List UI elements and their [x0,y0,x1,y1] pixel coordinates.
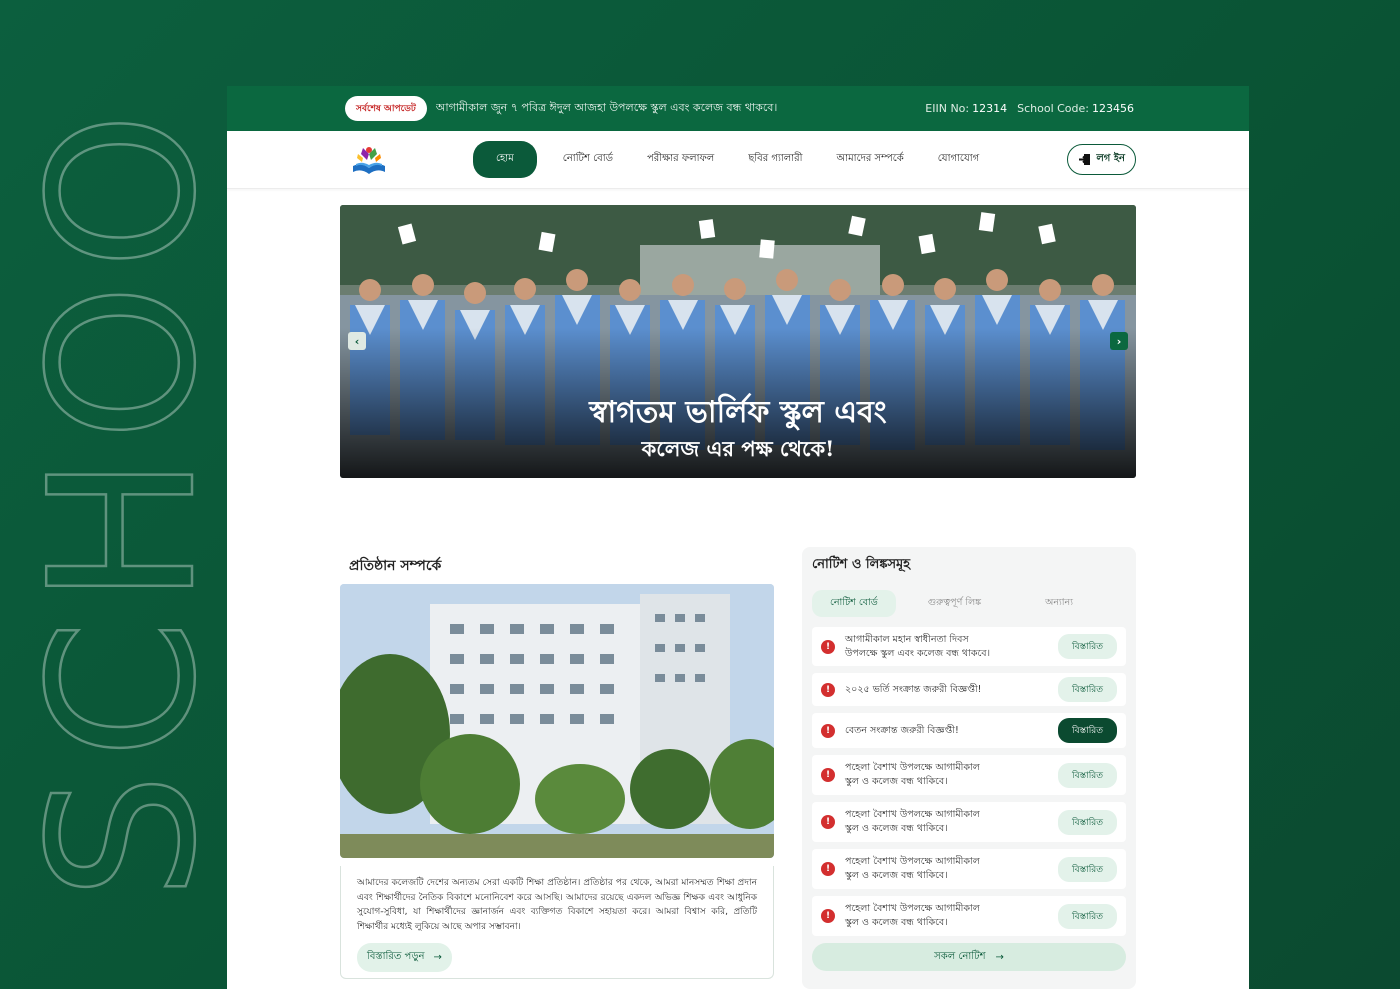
notice-panel: নোটিশ ও লিঙ্কসমূহ নোটিশ বোর্ড গুরুত্বপূর… [802,547,1136,989]
chevron-right-icon: › [1116,334,1122,348]
notice-item: ! বেতন সংক্রান্ত জরুরী বিজ্ঞপ্তী! বিস্তা… [812,713,1126,748]
nav-about-us[interactable]: আমাদের সম্পর্কে [836,151,903,168]
login-icon [1079,154,1091,165]
school-watermark: SCHOOL [20,80,210,901]
notice-text: বেতন সংক্রান্ত জরুরী বিজ্ঞপ্তী! [845,724,959,736]
notice-item: ! আগামীকাল মহান স্বাধীনতা দিবস উপলক্ষে স্… [812,627,1126,666]
notice-item: ! পহেলা বৈশাখ উপলক্ষে আগামীকাল স্কুল ও কল… [812,896,1126,936]
alert-icon: ! [821,862,835,876]
notice-item: ! পহেলা বৈশাখ উপলক্ষে আগামীকাল স্কুল ও কল… [812,802,1126,842]
notice-text-line2: স্কুল ও কলেজ বন্ধ থাকিবে। [845,917,948,928]
tab-notice-board[interactable]: নোটিশ বোর্ড [812,590,896,617]
read-more-button[interactable]: বিস্তারিত পড়ুন → [357,943,452,972]
announcement-bar: সর্বশেষ আপডেট আগামীকাল জুন ৭ পবিত্র ঈদুল… [227,86,1249,131]
hero-slider: ‹ › স্বাগতম ভার্লিফ স্কুল এবং কলেজ এর পক… [340,205,1136,478]
notice-text: ২০২৫ ভর্তি সংক্রান্ত জরুরী বিজ্ঞপ্তী! [845,683,982,695]
login-button[interactable]: লগ ইন [1067,144,1136,175]
notice-text: পহেলা বৈশাখ উপলক্ষে আগামীকাল [845,903,980,914]
alert-icon: ! [821,723,835,738]
school-logo-icon[interactable] [349,142,389,178]
notice-text-line2: স্কুল ও কলেজ বন্ধ থাকিবে। [845,870,948,881]
website-frame: সর্বশেষ আপডেট আগামীকাল জুন ৭ পবিত্র ঈদুল… [227,86,1249,989]
nav-notice-board[interactable]: নোটিশ বোর্ড [563,151,613,168]
hero-title-line1: স্বাগতম ভার্লিফ স্কুল এবং [589,395,887,430]
nav-photo-gallery[interactable]: ছবির গ্যালারী [748,151,802,168]
tab-others[interactable]: অন্যান্য [1027,590,1091,617]
all-notices-label: সকল নোটিশ [934,950,986,962]
notice-tabs: নোটিশ বোর্ড গুরুত্বপূর্ণ লিঙ্ক অন্যান্য [812,590,1126,617]
notice-text-line2: স্কুল ও কলেজ বন্ধ থাকিবে। [845,823,948,834]
notice-text-line2: স্কুল ও কলেজ বন্ধ থাকিবে। [845,776,948,787]
notice-text: পহেলা বৈশাখ উপলক্ষে আগামীকাল [845,762,980,773]
alert-icon: ! [821,682,835,697]
notice-text: পহেলা বৈশাখ উপলক্ষে আগামীকাল [845,809,980,820]
about-description-box: আমাদের কলেজটি দেশের অন্যতম সেরা একটি শিক… [340,866,774,979]
alert-icon: ! [821,909,835,923]
hero-title-line2: কলেজ এর পক্ষ থেকে! [641,436,835,461]
alert-icon: ! [821,815,835,829]
notice-panel-title: নোটিশ ও লিঙ্কসমূহ [812,557,911,572]
notice-details-button[interactable]: বিস্তারিত [1058,762,1117,788]
announcement-ticker[interactable]: আগামীকাল জুন ৭ পবিত্র ঈদুল আজহা উপলক্ষে … [436,99,926,118]
institution-photo [340,584,774,858]
arrow-right-icon: → [433,952,442,963]
about-section-title: প্রতিষ্ঠান সম্পর্কে [349,558,442,574]
read-more-label: বিস্তারিত পড়ুন [367,951,425,962]
notice-details-button[interactable]: বিস্তারিত [1058,718,1117,743]
login-label: লগ ইন [1096,153,1125,164]
notice-details-button[interactable]: বিস্তারিত [1058,634,1117,659]
notice-text: পহেলা বৈশাখ উপলক্ষে আগামীকাল [845,856,980,867]
nav-home[interactable]: হোম [473,141,537,178]
notice-details-button[interactable]: বিস্তারিত [1058,677,1117,702]
notice-details-button[interactable]: বিস্তারিত [1058,903,1117,929]
notice-item: ! ২০২৫ ভর্তি সংক্রান্ত জরুরী বিজ্ঞপ্তী! … [812,673,1126,706]
about-description: আমাদের কলেজটি দেশের অন্যতম সেরা একটি শিক… [357,878,757,932]
notice-item: ! পহেলা বৈশাখ উপলক্ষে আগামীকাল স্কুল ও কল… [812,849,1126,889]
notice-details-button[interactable]: বিস্তারিত [1058,856,1117,882]
main-navigation: হোম নোটিশ বোর্ড পরীক্ষার ফলাফল ছবির গ্যা… [227,131,1249,189]
nav-exam-results[interactable]: পরীক্ষার ফলাফল [647,151,714,168]
latest-update-badge: সর্বশেষ আপডেট [345,96,427,121]
notice-text: আগামীকাল মহান স্বাধীনতা দিবস [845,633,969,645]
slider-next-button[interactable]: › [1110,332,1128,350]
notice-text-line2: উপলক্ষে স্কুল এবং কলেজ বন্ধ থাকবে। [845,647,990,659]
alert-icon: ! [821,639,835,654]
nav-menu: হোম নোটিশ বোর্ড পরীক্ষার ফলাফল ছবির গ্যা… [473,141,1067,178]
nav-contact[interactable]: যোগাযোগ [938,151,979,168]
svg-text:SCHOOL: SCHOOL [20,80,210,900]
tab-important-links[interactable]: গুরুত্বপূর্ণ লিঙ্ক [910,590,999,617]
alert-icon: ! [821,768,835,782]
notice-item: ! পহেলা বৈশাখ উপলক্ষে আগামীকাল স্কুল ও কল… [812,755,1126,795]
notice-details-button[interactable]: বিস্তারিত [1058,809,1117,835]
arrow-right-icon: → [995,951,1004,963]
chevron-left-icon: ‹ [354,334,360,348]
slider-prev-button[interactable]: ‹ [348,332,366,350]
all-notices-button[interactable]: সকল নোটিশ → [812,943,1126,971]
eiin-info: EIIN No: 12314 School Code: 123456 [925,102,1134,115]
